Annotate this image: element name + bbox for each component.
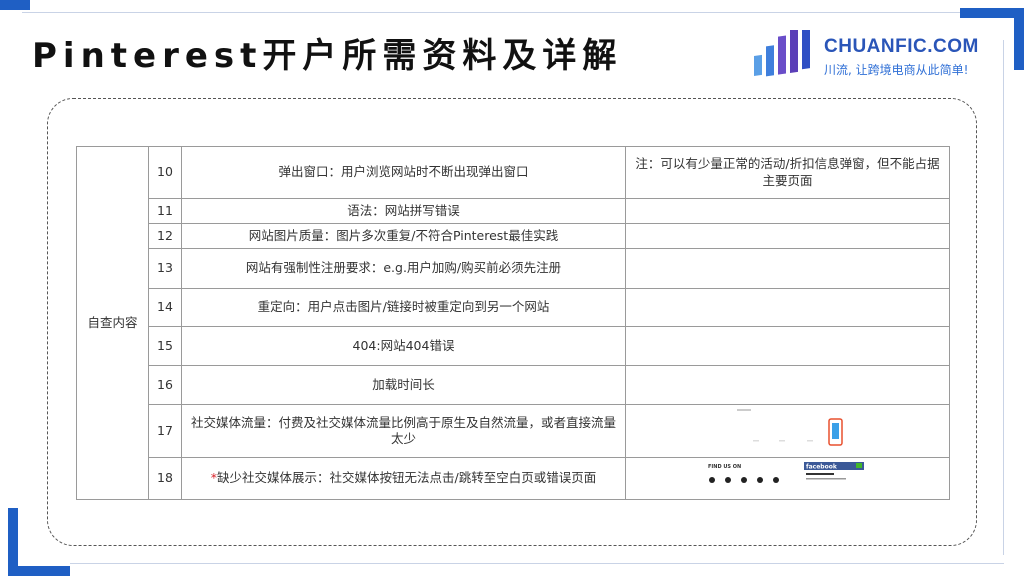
facebook-icon — [708, 477, 715, 484]
slide-title: Pinterest开户所需资料及详解 — [32, 36, 623, 76]
row-description: 加载时间长 — [181, 365, 626, 405]
row-description-text: 缺少社交媒体展示：社交媒体按钮无法点击/跳转至空白页或错误页面 — [217, 470, 597, 486]
row-note — [625, 403, 950, 459]
row-description: 语法：网站拼写错误 — [181, 198, 626, 224]
row-number: 17 — [148, 403, 182, 459]
traffic-screenshot-thumbnail — [734, 407, 847, 451]
twitter-icon — [740, 477, 747, 484]
row-note — [625, 288, 950, 327]
table-row: 14 重定向：用户点击图片/链接时被重定向到另一个网站 — [77, 288, 950, 327]
facebook-label: facebook — [806, 464, 838, 471]
row-note: FIND US ON facebook — [625, 457, 950, 500]
logo-name: CHUANFIC.COM — [824, 36, 979, 57]
row-note — [625, 365, 950, 405]
row-note — [625, 223, 950, 249]
social-buttons-screenshot-thumbnail: FIND US ON facebook — [708, 462, 864, 484]
row-number: 18 — [148, 457, 182, 500]
category-cell: 自查内容 — [76, 146, 149, 500]
row-description: 重定向：用户点击图片/链接时被重定向到另一个网站 — [181, 288, 626, 327]
frame-line — [1003, 40, 1004, 555]
row-note — [625, 198, 950, 224]
row-description: 网站有强制性注册要求：e.g.用户加购/购买前必须先注册 — [181, 248, 626, 289]
table-row: 16 加载时间长 — [77, 365, 950, 405]
frame-line — [70, 563, 1004, 564]
table-row: 15 404:网站404错误 — [77, 326, 950, 366]
checklist-table: 自查内容 10 弹出窗口：用户浏览网站时不断出现弹出窗口 注：可以有少量正常的活… — [76, 146, 950, 500]
note-text: 注：可以有少量正常的活动/折扣信息弹窗，但不能占据主要页面 — [635, 156, 940, 188]
pinterest-icon — [772, 477, 779, 484]
youtube-icon — [756, 477, 763, 484]
row-number: 14 — [148, 288, 182, 327]
row-number: 11 — [148, 198, 182, 224]
row-description: 弹出窗口：用户浏览网站时不断出现弹出窗口 — [181, 146, 626, 199]
logo-bars-icon — [754, 30, 810, 77]
row-note — [625, 248, 950, 289]
row-description: 404:网站404错误 — [181, 326, 626, 366]
row-note — [625, 326, 950, 366]
table-row: 12 网站图片质量：图片多次重复/不符合Pinterest最佳实践 — [77, 223, 950, 249]
table-row: 11 语法：网站拼写错误 — [77, 198, 950, 224]
chuanfic-logo: CHUANFIC.COM 川流, 让跨境电商从此简单! — [754, 24, 994, 80]
row-description: 网站图片质量：图片多次重复/不符合Pinterest最佳实践 — [181, 223, 626, 249]
table-row: 13 网站有强制性注册要求：e.g.用户加购/购买前必须先注册 — [77, 248, 950, 289]
table-row: 自查内容 10 弹出窗口：用户浏览网站时不断出现弹出窗口 注：可以有少量正常的活… — [76, 146, 950, 500]
row-description: 社交媒体流量：付费及社交媒体流量比例高于原生及自然流量，或者直接流量太少 — [181, 403, 626, 459]
row-number: 16 — [148, 365, 182, 405]
table-row: 17 社交媒体流量：付费及社交媒体流量比例高于原生及自然流量，或者直接流量太少 — [77, 403, 950, 459]
frame-line — [22, 12, 962, 13]
row-note: 注：可以有少量正常的活动/折扣信息弹窗，但不能占据主要页面 — [625, 146, 950, 199]
logo-tagline: 川流, 让跨境电商从此简单! — [824, 63, 969, 77]
row-number: 12 — [148, 223, 182, 249]
find-us-label: FIND US ON — [708, 464, 741, 470]
row-number: 13 — [148, 248, 182, 289]
table-row: 18 *缺少社交媒体展示：社交媒体按钮无法点击/跳转至空白页或错误页面 FIND… — [77, 457, 950, 500]
instagram-icon — [724, 477, 731, 484]
row-number: 10 — [148, 146, 182, 199]
row-description: *缺少社交媒体展示：社交媒体按钮无法点击/跳转至空白页或错误页面 — [181, 457, 626, 500]
corner-decoration-top-left — [0, 0, 30, 10]
row-number: 15 — [148, 326, 182, 366]
